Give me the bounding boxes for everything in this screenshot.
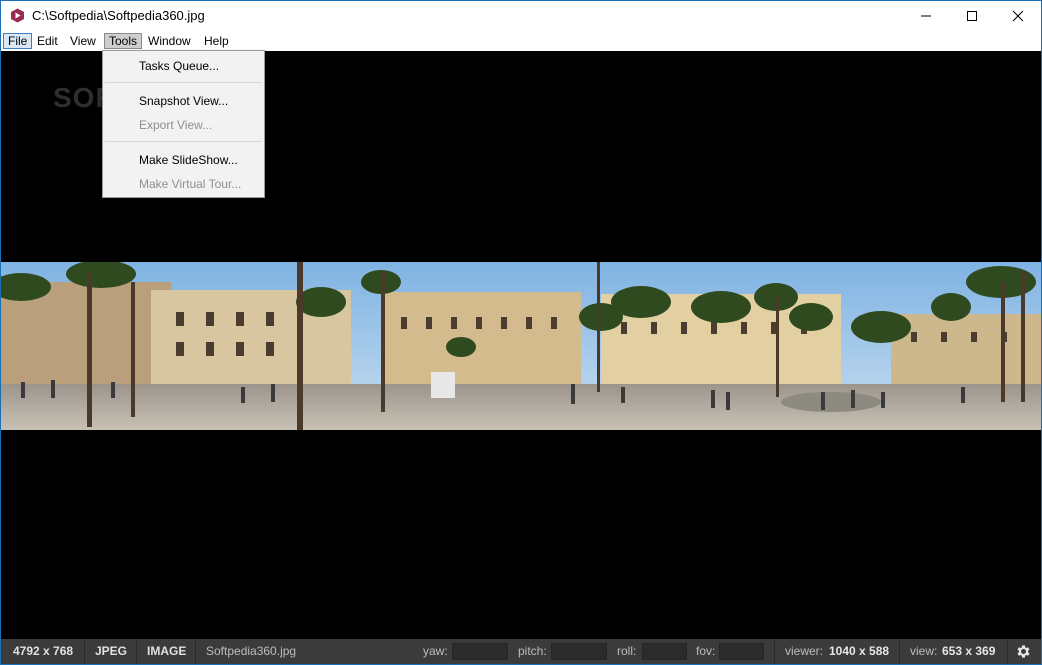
menu-item-make-virtual-tour[interactable]: Make Virtual Tour... — [139, 177, 241, 191]
maximize-icon — [967, 11, 977, 21]
close-icon — [1012, 10, 1024, 22]
pitch-label: pitch: — [518, 644, 547, 658]
tools-dropdown-menu: Tasks Queue... Snapshot View... Export V… — [102, 50, 265, 198]
menu-separator — [105, 82, 262, 83]
menu-item-export-view[interactable]: Export View... — [139, 118, 212, 132]
app-logo-icon — [11, 8, 24, 23]
status-separator — [136, 639, 137, 664]
status-bar: 4792 x 768 JPEG IMAGE Softpedia360.jpg y… — [1, 639, 1041, 664]
fov-input[interactable] — [719, 643, 764, 660]
app-window: C:\Softpedia\Softpedia360.jpg File Edit … — [0, 0, 1042, 665]
menu-item-make-slideshow[interactable]: Make SlideShow... — [139, 153, 238, 167]
image-dimensions: 4792 x 768 — [13, 644, 74, 658]
panorama-image[interactable] — [1, 262, 1041, 430]
image-type: IMAGE — [147, 644, 187, 658]
image-format: JPEG — [95, 644, 128, 658]
status-separator — [195, 639, 196, 664]
window-title: C:\Softpedia\Softpedia360.jpg — [32, 8, 205, 23]
gear-icon[interactable] — [1015, 643, 1032, 660]
roll-label: roll: — [617, 644, 637, 658]
close-button[interactable] — [995, 1, 1041, 31]
menu-tools[interactable]: Tools — [104, 33, 143, 49]
yaw-label: yaw: — [423, 644, 448, 658]
menu-help[interactable]: Help — [200, 33, 233, 49]
file-name: Softpedia360.jpg — [206, 644, 297, 658]
menu-view[interactable]: View — [66, 33, 100, 49]
minimize-icon — [921, 15, 931, 17]
status-separator — [84, 639, 85, 664]
maximize-button[interactable] — [949, 1, 995, 31]
menu-separator — [105, 141, 262, 142]
viewer-size: 1040 x 588 — [829, 644, 890, 658]
yaw-input[interactable] — [452, 643, 508, 660]
menu-edit[interactable]: Edit — [33, 33, 62, 49]
status-separator — [899, 639, 900, 664]
view-label: view: — [910, 644, 938, 658]
fov-label: fov: — [696, 644, 716, 658]
menu-bar: File Edit View Tools Window Help — [1, 31, 1041, 51]
view-size: 653 x 369 — [942, 644, 996, 658]
roll-input[interactable] — [642, 643, 687, 660]
pitch-input[interactable] — [551, 643, 607, 660]
menu-item-tasks-queue[interactable]: Tasks Queue... — [139, 59, 219, 73]
status-separator — [1007, 639, 1008, 664]
menu-window[interactable]: Window — [144, 33, 195, 49]
title-bar[interactable]: C:\Softpedia\Softpedia360.jpg — [1, 1, 1041, 31]
menu-file[interactable]: File — [3, 33, 33, 49]
status-separator — [774, 639, 775, 664]
minimize-button[interactable] — [903, 1, 949, 31]
menu-item-snapshot-view[interactable]: Snapshot View... — [139, 94, 228, 108]
viewer-label: viewer: — [785, 644, 824, 658]
